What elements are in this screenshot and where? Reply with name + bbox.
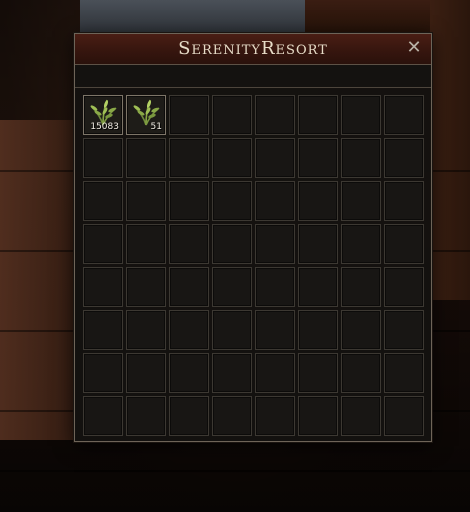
inventory-slot[interactable] <box>212 95 252 135</box>
inventory-slot[interactable] <box>298 353 338 393</box>
inventory-slot[interactable] <box>212 181 252 221</box>
inventory-slot[interactable] <box>298 267 338 307</box>
inventory-slot[interactable] <box>169 353 209 393</box>
inventory-slot[interactable] <box>255 95 295 135</box>
inventory-slot[interactable] <box>169 224 209 264</box>
inventory-slot[interactable] <box>341 310 381 350</box>
inventory-slot[interactable] <box>255 181 295 221</box>
inventory-slot[interactable] <box>169 181 209 221</box>
inventory-slot[interactable] <box>126 353 166 393</box>
inventory-slot[interactable] <box>83 224 123 264</box>
inventory-slot[interactable] <box>83 396 123 436</box>
inventory-slot[interactable] <box>83 138 123 178</box>
inventory-slot[interactable] <box>126 396 166 436</box>
inventory-slot[interactable] <box>341 267 381 307</box>
inventory-grid: 15083 51 <box>83 95 424 436</box>
inventory-slot[interactable] <box>83 310 123 350</box>
inventory-slot[interactable] <box>126 181 166 221</box>
inventory-slot[interactable] <box>169 310 209 350</box>
inventory-slot[interactable] <box>298 396 338 436</box>
item-quantity: 51 <box>150 122 162 132</box>
inventory-slot[interactable] <box>126 138 166 178</box>
inventory-slot[interactable] <box>126 310 166 350</box>
inventory-slot[interactable] <box>255 396 295 436</box>
item-quantity: 15083 <box>90 122 119 132</box>
inventory-slot[interactable] <box>384 95 424 135</box>
inventory-slot[interactable] <box>298 224 338 264</box>
inventory-slot[interactable] <box>212 224 252 264</box>
inventory-slot[interactable] <box>169 267 209 307</box>
inventory-slot[interactable] <box>298 138 338 178</box>
inventory-slot[interactable] <box>384 353 424 393</box>
inventory-slot[interactable] <box>255 353 295 393</box>
inventory-slot[interactable] <box>298 310 338 350</box>
inventory-slot[interactable] <box>384 224 424 264</box>
close-button[interactable]: ✕ <box>405 38 423 58</box>
inventory-slot[interactable] <box>169 138 209 178</box>
inventory-slot[interactable]: 15083 <box>83 95 123 135</box>
inventory-slot[interactable] <box>83 267 123 307</box>
inventory-slot[interactable] <box>212 310 252 350</box>
window-subbar <box>75 65 431 88</box>
inventory-slot[interactable] <box>83 181 123 221</box>
floor-plank-line <box>0 470 470 472</box>
inventory-slot[interactable] <box>384 138 424 178</box>
inventory-slot[interactable] <box>298 95 338 135</box>
inventory-slot[interactable]: 51 <box>126 95 166 135</box>
inventory-slot[interactable] <box>212 353 252 393</box>
inventory-slot[interactable] <box>255 310 295 350</box>
inventory-slot[interactable] <box>212 267 252 307</box>
inventory-slot[interactable] <box>255 267 295 307</box>
inventory-slot[interactable] <box>341 353 381 393</box>
inventory-slot[interactable] <box>126 224 166 264</box>
window-titlebar[interactable]: SerenityResort ✕ <box>75 34 431 65</box>
inventory-window: SerenityResort ✕ 15083 51 <box>74 33 432 442</box>
inventory-slot[interactable] <box>341 95 381 135</box>
background-floor-left <box>0 120 75 440</box>
background-wall <box>80 0 305 34</box>
inventory-slot[interactable] <box>169 95 209 135</box>
window-title: SerenityResort <box>178 38 328 59</box>
inventory-slot[interactable] <box>341 138 381 178</box>
inventory-slot[interactable] <box>126 267 166 307</box>
background-floor-right <box>430 0 470 300</box>
inventory-slot[interactable] <box>255 138 295 178</box>
inventory-slot[interactable] <box>255 224 295 264</box>
inventory-slot[interactable] <box>384 310 424 350</box>
inventory-slot[interactable] <box>384 181 424 221</box>
inventory-slot[interactable] <box>384 396 424 436</box>
inventory-slot[interactable] <box>384 267 424 307</box>
inventory-slot[interactable] <box>341 396 381 436</box>
inventory-slot[interactable] <box>169 396 209 436</box>
inventory-slot[interactable] <box>212 396 252 436</box>
inventory-slot[interactable] <box>341 181 381 221</box>
inventory-slot[interactable] <box>83 353 123 393</box>
inventory-slot[interactable] <box>341 224 381 264</box>
inventory-slot[interactable] <box>298 181 338 221</box>
inventory-slot[interactable] <box>212 138 252 178</box>
